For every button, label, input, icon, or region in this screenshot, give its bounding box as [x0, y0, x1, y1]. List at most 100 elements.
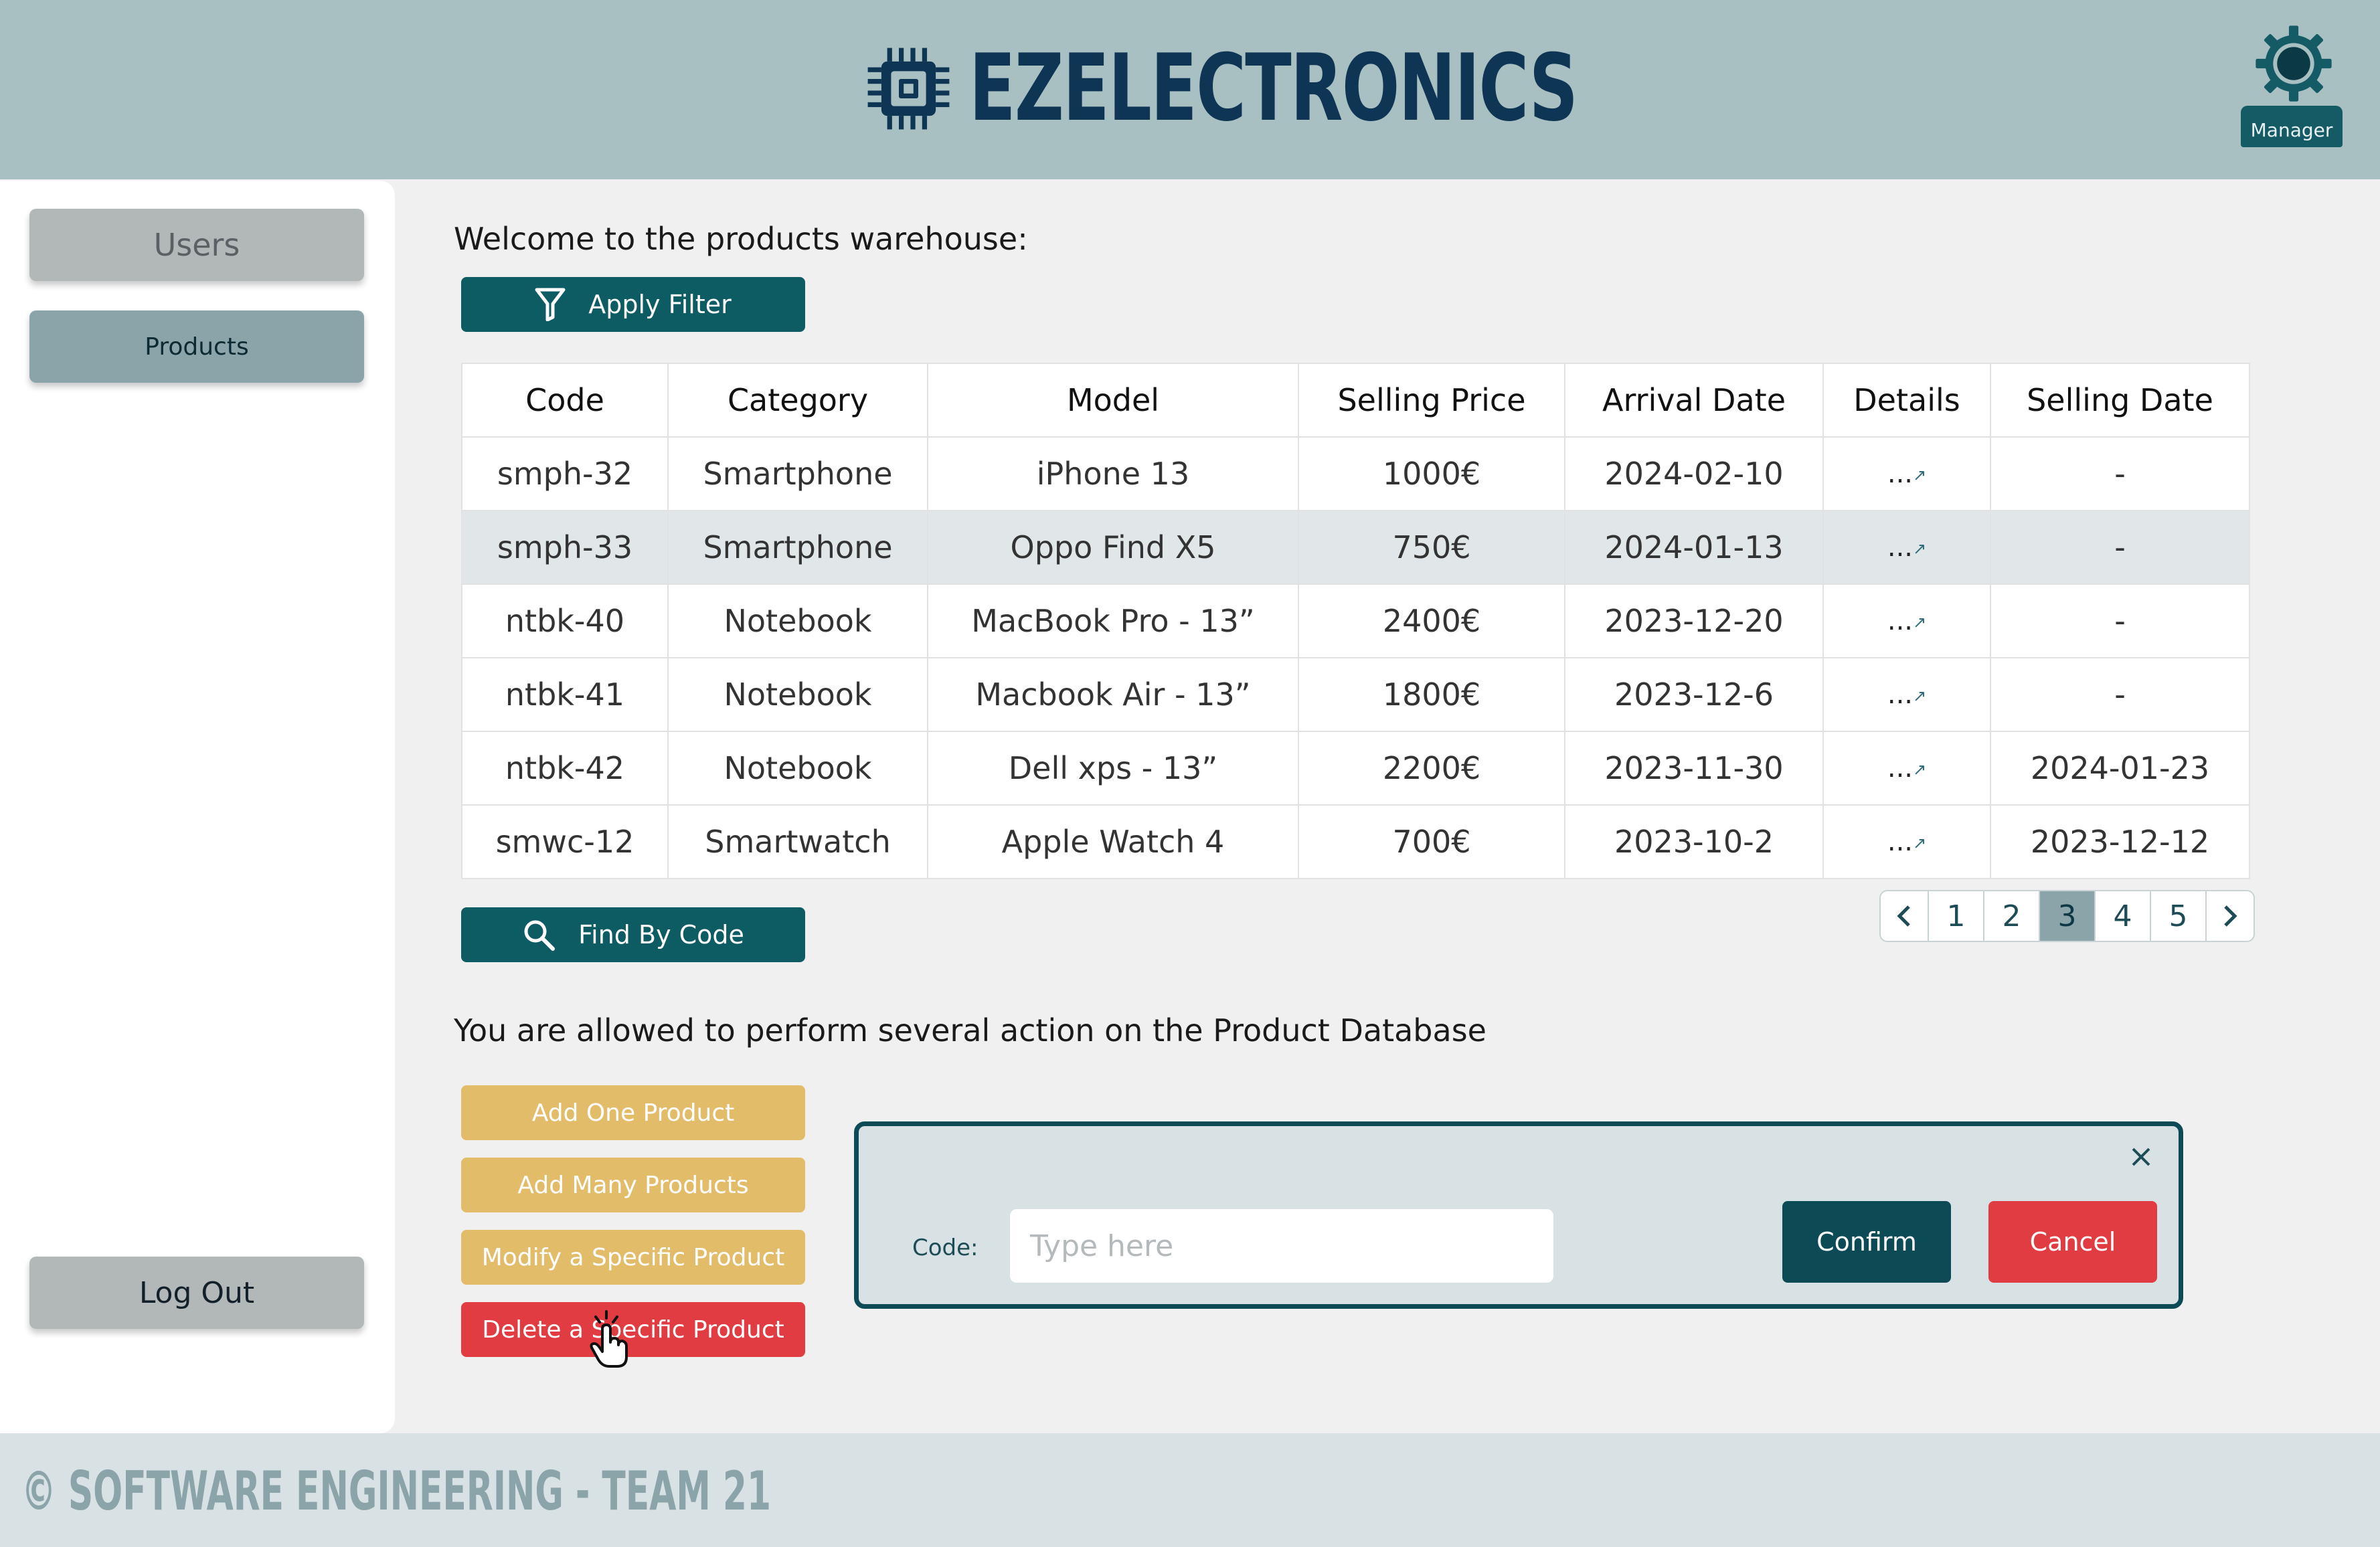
cell-price: 1000€ — [1298, 436, 1565, 511]
cell-model: Oppo Find X5 — [927, 510, 1299, 585]
page-button-1[interactable]: 1 — [1929, 891, 1984, 941]
cell-selling-date: - — [1990, 436, 2250, 511]
cell-arrival-date: 2023-11-30 — [1564, 731, 1824, 806]
chip-icon — [867, 48, 950, 129]
external-link-icon: ↗ — [1913, 466, 1927, 484]
app-header: EZELECTRONICS Manager — [0, 0, 2380, 179]
find-by-code-label: Find By Code — [578, 920, 744, 949]
delete-product-button[interactable]: Delete a Specific Product — [461, 1302, 805, 1357]
column-header-category[interactable]: Category — [667, 363, 928, 438]
apply-filter-button[interactable]: Apply Filter — [461, 277, 805, 332]
cell-code: smwc-12 — [461, 804, 669, 879]
cell-code: smph-33 — [461, 510, 669, 585]
user-role-badge: Manager — [2241, 106, 2343, 147]
table-header-row: Code Category Model Selling Price Arriva… — [461, 363, 2250, 438]
table-row[interactable]: smwc-12 Smartwatch Apple Watch 4 700€ 20… — [461, 804, 2250, 879]
cell-arrival-date: 2023-12-6 — [1564, 657, 1824, 732]
cell-arrival-date: 2024-02-10 — [1564, 436, 1824, 511]
gear-icon — [2256, 25, 2332, 102]
prev-page-button[interactable] — [1881, 891, 1929, 941]
sidebar-item-products[interactable]: Products — [29, 310, 364, 383]
cell-price: 750€ — [1298, 510, 1565, 585]
details-ellipsis: ... — [1887, 826, 1914, 857]
pagination: 1 2 3 4 5 — [1879, 890, 2255, 942]
confirm-button[interactable]: Confirm — [1782, 1201, 1951, 1283]
cell-code: ntbk-41 — [461, 657, 669, 732]
cancel-button[interactable]: Cancel — [1988, 1201, 2157, 1283]
table-row[interactable]: ntbk-40 Notebook MacBook Pro - 13” 2400€… — [461, 583, 2250, 658]
column-header-arrival-date[interactable]: Arrival Date — [1564, 363, 1824, 438]
external-link-icon: ↗ — [1913, 760, 1927, 779]
cell-model: iPhone 13 — [927, 436, 1299, 511]
page-button-4[interactable]: 4 — [2096, 891, 2151, 941]
cell-code: smph-32 — [461, 436, 669, 511]
actions-intro-text: You are allowed to perform several actio… — [454, 1012, 1486, 1049]
column-header-code[interactable]: Code — [461, 363, 669, 438]
chevron-right-icon — [2224, 905, 2237, 927]
delete-product-dialog: Code: Confirm Cancel — [854, 1121, 2183, 1309]
brand-name: EZELECTRONICS — [969, 34, 1578, 142]
page-button-2[interactable]: 2 — [1984, 891, 2040, 941]
details-ellipsis: ... — [1887, 679, 1914, 710]
column-header-details[interactable]: Details — [1822, 363, 1991, 438]
column-header-selling-price[interactable]: Selling Price — [1298, 363, 1565, 438]
hand-cursor-icon — [590, 1310, 628, 1368]
cell-selling-date: - — [1990, 583, 2250, 658]
chevron-left-icon — [1897, 905, 1910, 927]
cell-category: Smartwatch — [667, 804, 928, 879]
details-link[interactable]: ...↗ — [1822, 436, 1991, 511]
footer-copyright: © SOFTWARE ENGINEERING - TEAM 21 — [21, 1460, 772, 1522]
details-ellipsis: ... — [1887, 753, 1914, 784]
logout-button[interactable]: Log Out — [29, 1257, 364, 1329]
external-link-icon: ↗ — [1913, 834, 1927, 852]
cell-category: Notebook — [667, 583, 928, 658]
next-page-button[interactable] — [2207, 891, 2254, 941]
cell-arrival-date: 2023-10-2 — [1564, 804, 1824, 879]
user-menu[interactable]: Manager — [2241, 24, 2343, 151]
page-button-3[interactable]: 3 — [2040, 891, 2096, 941]
details-link[interactable]: ...↗ — [1822, 731, 1991, 806]
details-link[interactable]: ...↗ — [1822, 657, 1991, 732]
modify-product-button[interactable]: Modify a Specific Product — [461, 1230, 805, 1285]
table-row[interactable]: ntbk-42 Notebook Dell xps - 13” 2200€ 20… — [461, 731, 2250, 806]
details-ellipsis: ... — [1887, 458, 1914, 489]
page-button-5[interactable]: 5 — [2151, 891, 2207, 941]
filter-icon — [535, 288, 566, 321]
details-link[interactable]: ...↗ — [1822, 804, 1991, 879]
find-by-code-button[interactable]: Find By Code — [461, 907, 805, 962]
details-link[interactable]: ...↗ — [1822, 583, 1991, 658]
cell-category: Notebook — [667, 657, 928, 732]
external-link-icon: ↗ — [1913, 613, 1927, 632]
add-many-products-button[interactable]: Add Many Products — [461, 1158, 805, 1212]
external-link-icon: ↗ — [1913, 687, 1927, 705]
details-ellipsis: ... — [1887, 606, 1914, 636]
cell-selling-date: 2024-01-23 — [1990, 731, 2250, 806]
table-row[interactable]: ntbk-41 Notebook Macbook Air - 13” 1800€… — [461, 657, 2250, 732]
cell-price: 1800€ — [1298, 657, 1565, 732]
search-icon — [524, 920, 556, 951]
apply-filter-label: Apply Filter — [588, 290, 732, 319]
table-row[interactable]: smph-32 Smartphone iPhone 13 1000€ 2024-… — [461, 436, 2250, 511]
close-icon[interactable] — [2128, 1144, 2154, 1170]
details-link[interactable]: ...↗ — [1822, 510, 1991, 585]
cell-category: Notebook — [667, 731, 928, 806]
column-header-model[interactable]: Model — [927, 363, 1299, 438]
code-input[interactable] — [1010, 1209, 1553, 1283]
add-one-product-button[interactable]: Add One Product — [461, 1085, 805, 1140]
column-header-selling-date[interactable]: Selling Date — [1990, 363, 2250, 438]
cell-arrival-date: 2023-12-20 — [1564, 583, 1824, 658]
cell-code: ntbk-42 — [461, 731, 669, 806]
sidebar-item-users[interactable]: Users — [29, 209, 364, 281]
cell-selling-date: - — [1990, 510, 2250, 585]
cell-price: 2400€ — [1298, 583, 1565, 658]
details-ellipsis: ... — [1887, 532, 1914, 563]
cell-selling-date: 2023-12-12 — [1990, 804, 2250, 879]
cell-model: MacBook Pro - 13” — [927, 583, 1299, 658]
cell-arrival-date: 2024-01-13 — [1564, 510, 1824, 585]
footer: © SOFTWARE ENGINEERING - TEAM 21 — [0, 1433, 2380, 1547]
external-link-icon: ↗ — [1913, 539, 1927, 558]
welcome-text: Welcome to the products warehouse: — [454, 221, 1028, 257]
table-row[interactable]: smph-33 Smartphone Oppo Find X5 750€ 202… — [461, 510, 2250, 585]
code-label: Code: — [912, 1235, 979, 1261]
cell-model: Dell xps - 13” — [927, 731, 1299, 806]
